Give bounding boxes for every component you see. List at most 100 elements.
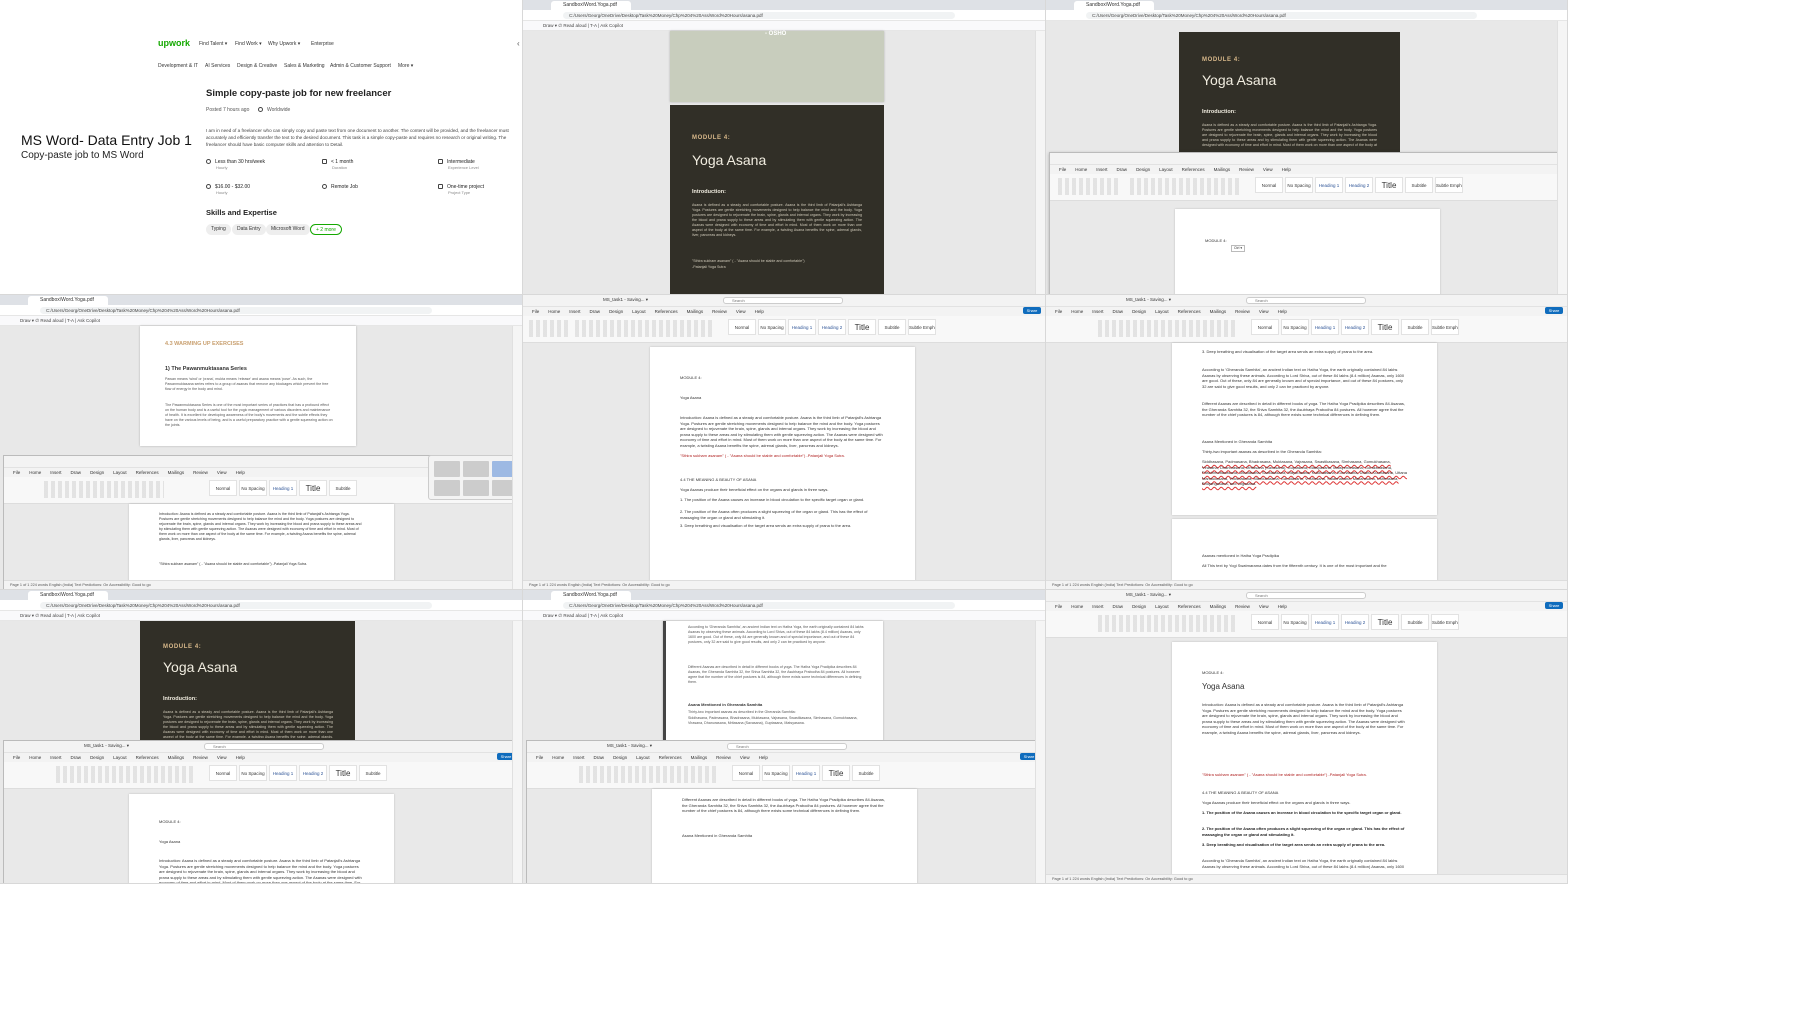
menu-review-4[interactable]: Review — [193, 470, 208, 475]
menu-review-9[interactable]: Review — [1235, 604, 1250, 609]
close-icon[interactable]: ‹ — [517, 39, 520, 48]
menu-insert[interactable]: Insert — [1096, 167, 1107, 172]
nav-why-upwork[interactable]: Why Upwork ▾ — [268, 41, 300, 47]
menu-references-4[interactable]: References — [136, 470, 159, 475]
menu-insert-4[interactable]: Insert — [50, 470, 61, 475]
menu-insert-9[interactable]: Insert — [1092, 604, 1103, 609]
menu-draw-9[interactable]: Draw — [1113, 604, 1124, 609]
menu-file-8[interactable]: File — [536, 755, 543, 760]
style-subtle-emph-5[interactable]: Subtle Emphasis — [908, 319, 936, 335]
menu-help-6[interactable]: Help — [1278, 309, 1287, 314]
pdf-toolbar-4[interactable]: Draw ▾ ∅ Read aloud | T-A | Ask Copilot — [0, 316, 522, 326]
menu-draw-4[interactable]: Draw — [71, 470, 82, 475]
menu-design[interactable]: Design — [1136, 167, 1150, 172]
tab-pdf-7[interactable]: Sandbox\Word.Yoga.pdf — [28, 591, 108, 600]
skill-ms-word[interactable]: Microsoft Word — [266, 224, 310, 235]
style-no-spacing-8[interactable]: No Spacing — [762, 765, 790, 781]
ribbon-font-6[interactable] — [1098, 320, 1238, 337]
word-page-4[interactable]: Introduction: Asana is defined as a stea… — [129, 504, 394, 589]
menu-references[interactable]: References — [1182, 167, 1205, 172]
menu-view-8[interactable]: View — [740, 755, 750, 760]
url-field-7[interactable]: C:/Users/Georg/OneDrive/Desktop/Task%20M… — [40, 602, 432, 609]
style-heading2-9[interactable]: Heading 2 — [1341, 614, 1369, 630]
menu-help-5[interactable]: Help — [755, 309, 764, 314]
style-subtitle-7[interactable]: Subtitle — [359, 765, 387, 781]
menu-file-9[interactable]: File — [1055, 604, 1062, 609]
menu-home-8[interactable]: Home — [552, 755, 564, 760]
menu-review[interactable]: Review — [1239, 167, 1254, 172]
word-page-8[interactable]: Different Asanas are described in detail… — [652, 789, 917, 883]
share-button-9[interactable]: Share — [1545, 602, 1563, 609]
snap-option-5[interactable] — [463, 480, 489, 496]
file-name-7[interactable]: MS_task1 - Saving... ▾ — [84, 743, 129, 749]
menu-references-7[interactable]: References — [136, 755, 159, 760]
style-no-spacing-6[interactable]: No Spacing — [1281, 319, 1309, 335]
url-field[interactable]: C:/Users/Georg/OneDrive/Desktop/Task%20M… — [563, 12, 955, 19]
word-search-8[interactable]: Search — [727, 743, 847, 750]
style-subtitle-8[interactable]: Subtitle — [852, 765, 880, 781]
style-heading1-4[interactable]: Heading 1 — [269, 480, 297, 496]
ribbon-font-9[interactable] — [1098, 615, 1238, 632]
menu-layout-6[interactable]: Layout — [1155, 309, 1169, 314]
menu-draw-5[interactable]: Draw — [590, 309, 601, 314]
menu-help-8[interactable]: Help — [759, 755, 768, 760]
style-no-spacing-7[interactable]: No Spacing — [239, 765, 267, 781]
skill-more[interactable]: + 2 more — [310, 224, 342, 235]
pdf-toolbar-7[interactable]: Draw ▾ ∅ Read aloud | T-A | Ask Copilot — [0, 611, 522, 621]
menu-draw[interactable]: Draw — [1117, 167, 1128, 172]
menu-view-4[interactable]: View — [217, 470, 227, 475]
menu-home-4[interactable]: Home — [29, 470, 41, 475]
menu-file-5[interactable]: File — [532, 309, 539, 314]
snap-option-2[interactable] — [463, 461, 489, 477]
style-title-7[interactable]: Title — [329, 765, 357, 781]
menu-view-9[interactable]: View — [1259, 604, 1269, 609]
menu-review-8[interactable]: Review — [716, 755, 731, 760]
menu-help-9[interactable]: Help — [1278, 604, 1287, 609]
share-button-5[interactable]: Share — [1023, 307, 1041, 314]
menu-draw-8[interactable]: Draw — [594, 755, 605, 760]
menu-home-5[interactable]: Home — [548, 309, 560, 314]
menu-help[interactable]: Help — [1282, 167, 1291, 172]
word-page-6b[interactable]: Asanas mentioned in Hatha Yoga Pradipika… — [1172, 519, 1437, 581]
skill-data-entry[interactable]: Data Entry — [232, 224, 266, 235]
nav-find-work[interactable]: Find Work ▾ — [235, 41, 262, 47]
style-subtitle-9[interactable]: Subtitle — [1401, 614, 1429, 630]
style-normal-4[interactable]: Normal — [209, 480, 237, 496]
style-no-spacing[interactable]: No Spacing — [1285, 177, 1313, 193]
category-sales[interactable]: Sales & Marketing — [284, 63, 325, 69]
snap-layout-popup[interactable] — [428, 455, 520, 500]
url-field-8[interactable]: C:/Users/Georg/OneDrive/Desktop/Task%20M… — [563, 602, 955, 609]
style-subtitle-6[interactable]: Subtitle — [1401, 319, 1429, 335]
word-canvas-7[interactable]: MODULE 4: Yoga Asana Introduction: Asana… — [4, 789, 519, 883]
category-more[interactable]: More ▾ — [398, 63, 413, 69]
menu-design-9[interactable]: Design — [1132, 604, 1146, 609]
style-title-5[interactable]: Title — [848, 319, 876, 335]
menu-mailings[interactable]: Mailings — [1214, 167, 1231, 172]
skill-typing[interactable]: Typing — [206, 224, 231, 235]
style-heading2-6[interactable]: Heading 2 — [1341, 319, 1369, 335]
style-heading1-9[interactable]: Heading 1 — [1311, 614, 1339, 630]
pdf-viewport[interactable]: - OSHO MODULE 4: Yoga Asana Introduction… — [523, 31, 1045, 294]
style-heading1-8[interactable]: Heading 1 — [792, 765, 820, 781]
menu-home[interactable]: Home — [1075, 167, 1087, 172]
menu-draw-7[interactable]: Draw — [71, 755, 82, 760]
style-heading2-5[interactable]: Heading 2 — [818, 319, 846, 335]
menu-view-6[interactable]: View — [1259, 309, 1269, 314]
menu-references-8[interactable]: References — [659, 755, 682, 760]
menu-references-9[interactable]: References — [1178, 604, 1201, 609]
menu-insert-5[interactable]: Insert — [569, 309, 580, 314]
menu-help-7[interactable]: Help — [236, 755, 245, 760]
style-no-spacing-9[interactable]: No Spacing — [1281, 614, 1309, 630]
menu-layout-7[interactable]: Layout — [113, 755, 127, 760]
snap-option-1[interactable] — [434, 461, 460, 477]
pdf-toolbar[interactable]: Draw ▾ ∅ Read aloud | T-A | Ask Copilot — [523, 21, 1045, 31]
style-normal-6[interactable]: Normal — [1251, 319, 1279, 335]
menu-review-6[interactable]: Review — [1235, 309, 1250, 314]
ribbon-font-7[interactable] — [56, 766, 196, 783]
style-no-spacing-5[interactable]: No Spacing — [758, 319, 786, 335]
menu-mailings-6[interactable]: Mailings — [1210, 309, 1227, 314]
menu-insert-6[interactable]: Insert — [1092, 309, 1103, 314]
word-search-7[interactable]: Search — [204, 743, 324, 750]
file-name-8[interactable]: MS_task1 - Saving... ▾ — [607, 743, 652, 749]
category-ai[interactable]: AI Services — [205, 63, 230, 69]
